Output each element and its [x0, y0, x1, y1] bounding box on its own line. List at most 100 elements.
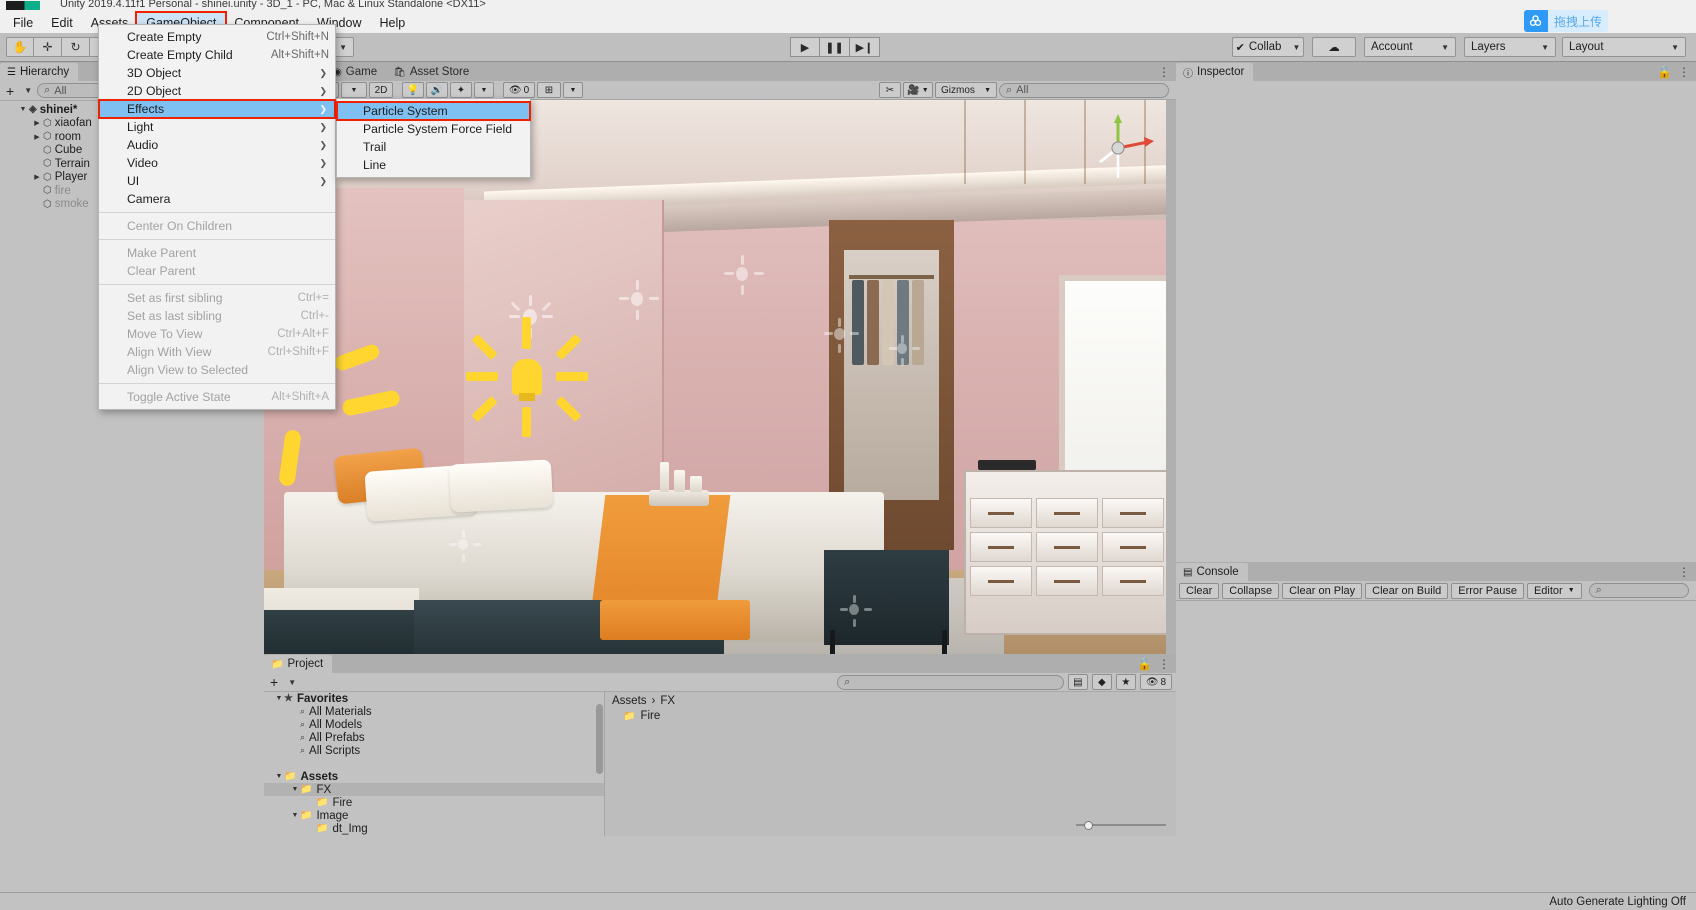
- project-tree-item-fx[interactable]: ▼ 📁 FX: [264, 783, 604, 796]
- project-create-button[interactable]: + ▼: [268, 674, 298, 690]
- menu-item-3d-object[interactable]: 3D Object ❯: [99, 64, 335, 82]
- move-tool-icon[interactable]: ✛: [34, 37, 62, 57]
- project-tree-item-favorites[interactable]: ▼ ★ Favorites: [264, 692, 604, 705]
- menu-help[interactable]: Help: [370, 13, 414, 33]
- project-options-kebab-icon[interactable]: ⋮: [1158, 657, 1170, 671]
- project-zoom-slider[interactable]: [1076, 819, 1166, 831]
- scene-search-input[interactable]: ⌕ All: [999, 82, 1169, 98]
- rotate-tool-icon[interactable]: ↻: [62, 37, 90, 57]
- collab-button[interactable]: ✔ Collab ▼: [1232, 37, 1304, 57]
- project-lock-icon[interactable]: 🔒: [1137, 657, 1152, 671]
- project-tree-item-fire[interactable]: 📁 Fire: [264, 796, 604, 809]
- scene-audio-icon[interactable]: 🔊: [426, 82, 448, 98]
- step-button[interactable]: ▶❙: [850, 37, 880, 57]
- scene-fx-icon[interactable]: ✦: [450, 82, 472, 98]
- chevron-right-icon[interactable]: ▶: [32, 173, 42, 181]
- project-tree-item-assets[interactable]: ▼ 📁 Assets: [264, 770, 604, 783]
- chevron-right-icon[interactable]: ▶: [32, 133, 42, 141]
- play-button[interactable]: ▶: [790, 37, 820, 57]
- chevron-right-icon[interactable]: ▶: [32, 119, 42, 127]
- menu-item-create-empty[interactable]: Create Empty Ctrl+Shift+N: [99, 28, 335, 46]
- project-contents-pane[interactable]: Assets › FX 📁 Fire: [604, 692, 1176, 836]
- console-clear-on-build-button[interactable]: Clear on Build: [1365, 582, 1449, 599]
- project-filter-icon[interactable]: ◆: [1091, 674, 1112, 690]
- menu-item-ui[interactable]: UI ❯: [99, 172, 335, 190]
- menu-edit[interactable]: Edit: [42, 13, 82, 33]
- hierarchy-create-button[interactable]: + ▼: [4, 83, 34, 99]
- scene-hidden-objects[interactable]: 👁 0: [503, 82, 535, 98]
- console-log-list[interactable]: [1176, 601, 1696, 835]
- menu-item-2d-object[interactable]: 2D Object ❯: [99, 82, 335, 100]
- tab-inspector[interactable]: ⓘ Inspector: [1176, 63, 1254, 81]
- menu-item-light[interactable]: Light ❯: [99, 118, 335, 136]
- project-tree-item-all-materials[interactable]: ⌕ All Materials: [264, 705, 604, 718]
- project-tree-item-all-scripts[interactable]: ⌕ All Scripts: [264, 744, 604, 757]
- breadcrumb-item-fx[interactable]: FX: [660, 695, 675, 707]
- breadcrumb-item-assets[interactable]: Assets: [612, 695, 647, 707]
- project-tree-pane[interactable]: ▼ ★ Favorites ⌕ All Materials ⌕ All Models ⌕ All…: [264, 692, 604, 836]
- project-zoom-knob[interactable]: [1084, 820, 1093, 830]
- submenu-item-trail[interactable]: Trail: [337, 138, 530, 156]
- console-error-pause-button[interactable]: Error Pause: [1451, 582, 1524, 599]
- toggle-2d-button[interactable]: 2D: [369, 82, 393, 98]
- tab-asset-store[interactable]: 🛍 Asset Store: [386, 63, 478, 81]
- drag-upload-badge[interactable]: 拖拽上传: [1523, 10, 1608, 32]
- inspector-options-kebab-icon[interactable]: ⋮: [1678, 65, 1690, 79]
- pause-button[interactable]: ❚❚: [820, 37, 850, 57]
- chevron-down-icon[interactable]: ▼: [274, 695, 284, 702]
- menu-item-effects[interactable]: Effects ❯: [98, 99, 336, 119]
- scene-camera-icon[interactable]: 🎥 ▼: [903, 82, 933, 98]
- scene-viewport[interactable]: [264, 100, 1176, 654]
- menu-item-create-empty-child[interactable]: Create Empty Child Alt+Shift+N: [99, 46, 335, 64]
- tab-console[interactable]: ▤ Console: [1176, 563, 1248, 581]
- project-tree-scrollbar[interactable]: [596, 694, 603, 814]
- scene-axis-gizmo[interactable]: [1078, 108, 1158, 188]
- console-options-kebab-icon[interactable]: ⋮: [1678, 565, 1696, 581]
- scene-vertical-scrollbar[interactable]: [1166, 100, 1176, 654]
- project-tree-item-kf-img[interactable]: 📁kf_Img: [264, 835, 604, 837]
- menu-file[interactable]: File: [4, 13, 42, 33]
- scene-options-kebab-icon[interactable]: ⋮: [1158, 65, 1176, 81]
- effects-submenu[interactable]: Particle System Particle System Force Fie…: [336, 98, 531, 178]
- layers-dropdown[interactable]: Layers ▼: [1464, 37, 1556, 57]
- project-tree-item-all-prefabs[interactable]: ⌕ All Prefabs: [264, 731, 604, 744]
- console-collapse-button[interactable]: Collapse: [1222, 582, 1280, 599]
- gizmos-dropdown[interactable]: Gizmos ▼: [935, 82, 997, 98]
- gameobject-dropdown-menu[interactable]: Create Empty Ctrl+Shift+N Create Empty Chi…: [98, 24, 336, 410]
- project-breadcrumb[interactable]: Assets › FX: [605, 692, 1176, 708]
- scene-fx-caret[interactable]: ▼: [474, 82, 494, 98]
- scene-wrench-icon[interactable]: ✂: [879, 82, 901, 98]
- menu-item-camera[interactable]: Camera: [99, 190, 335, 208]
- tab-hierarchy[interactable]: ☰ Hierarchy: [0, 63, 79, 81]
- hand-tool-icon[interactable]: ✋: [6, 37, 34, 57]
- draw-mode-caret[interactable]: ▼: [341, 82, 367, 98]
- project-favorite-star-icon[interactable]: ★: [1115, 674, 1136, 690]
- submenu-item-particle-system[interactable]: Particle System: [336, 101, 531, 121]
- project-tree-item-dt-img[interactable]: 📁 dt_Img: [264, 822, 604, 835]
- console-clear-button[interactable]: Clear: [1179, 582, 1220, 599]
- project-search-input[interactable]: ⌕: [837, 674, 1064, 690]
- scene-grid-caret[interactable]: ▼: [563, 82, 583, 98]
- playmode-controls[interactable]: ▶ ❚❚ ▶❙: [790, 37, 880, 57]
- chevron-down-icon[interactable]: ▼: [18, 106, 28, 113]
- inspector-lock-icon[interactable]: 🔒: [1657, 65, 1672, 79]
- chevron-down-icon[interactable]: ▼: [290, 812, 300, 819]
- chevron-down-icon[interactable]: ▼: [274, 773, 284, 780]
- submenu-item-line[interactable]: Line: [337, 156, 530, 174]
- project-tree-item-all-models[interactable]: ⌕ All Models: [264, 718, 604, 731]
- project-tree-item-image[interactable]: ▼ 📁 Image: [264, 809, 604, 822]
- account-dropdown[interactable]: Account ▼: [1364, 37, 1456, 57]
- cloud-button[interactable]: ☁: [1312, 37, 1356, 57]
- chevron-down-icon[interactable]: ▼: [290, 786, 300, 793]
- tab-project[interactable]: 📁 Project: [264, 655, 333, 673]
- scene-grid-icon[interactable]: ⊞: [537, 82, 561, 98]
- project-hidden-count[interactable]: 👁 8: [1139, 674, 1172, 690]
- submenu-item-particle-system-force-field[interactable]: Particle System Force Field: [337, 120, 530, 138]
- scene-lighting-icon[interactable]: 💡: [402, 82, 424, 98]
- menu-item-audio[interactable]: Audio ❯: [99, 136, 335, 154]
- layout-dropdown[interactable]: Layout ▼: [1562, 37, 1686, 57]
- project-content-item-fire[interactable]: 📁 Fire: [605, 708, 1176, 722]
- console-search-input[interactable]: ⌕: [1588, 583, 1689, 598]
- console-clear-on-play-button[interactable]: Clear on Play: [1282, 582, 1363, 599]
- menu-item-video[interactable]: Video ❯: [99, 154, 335, 172]
